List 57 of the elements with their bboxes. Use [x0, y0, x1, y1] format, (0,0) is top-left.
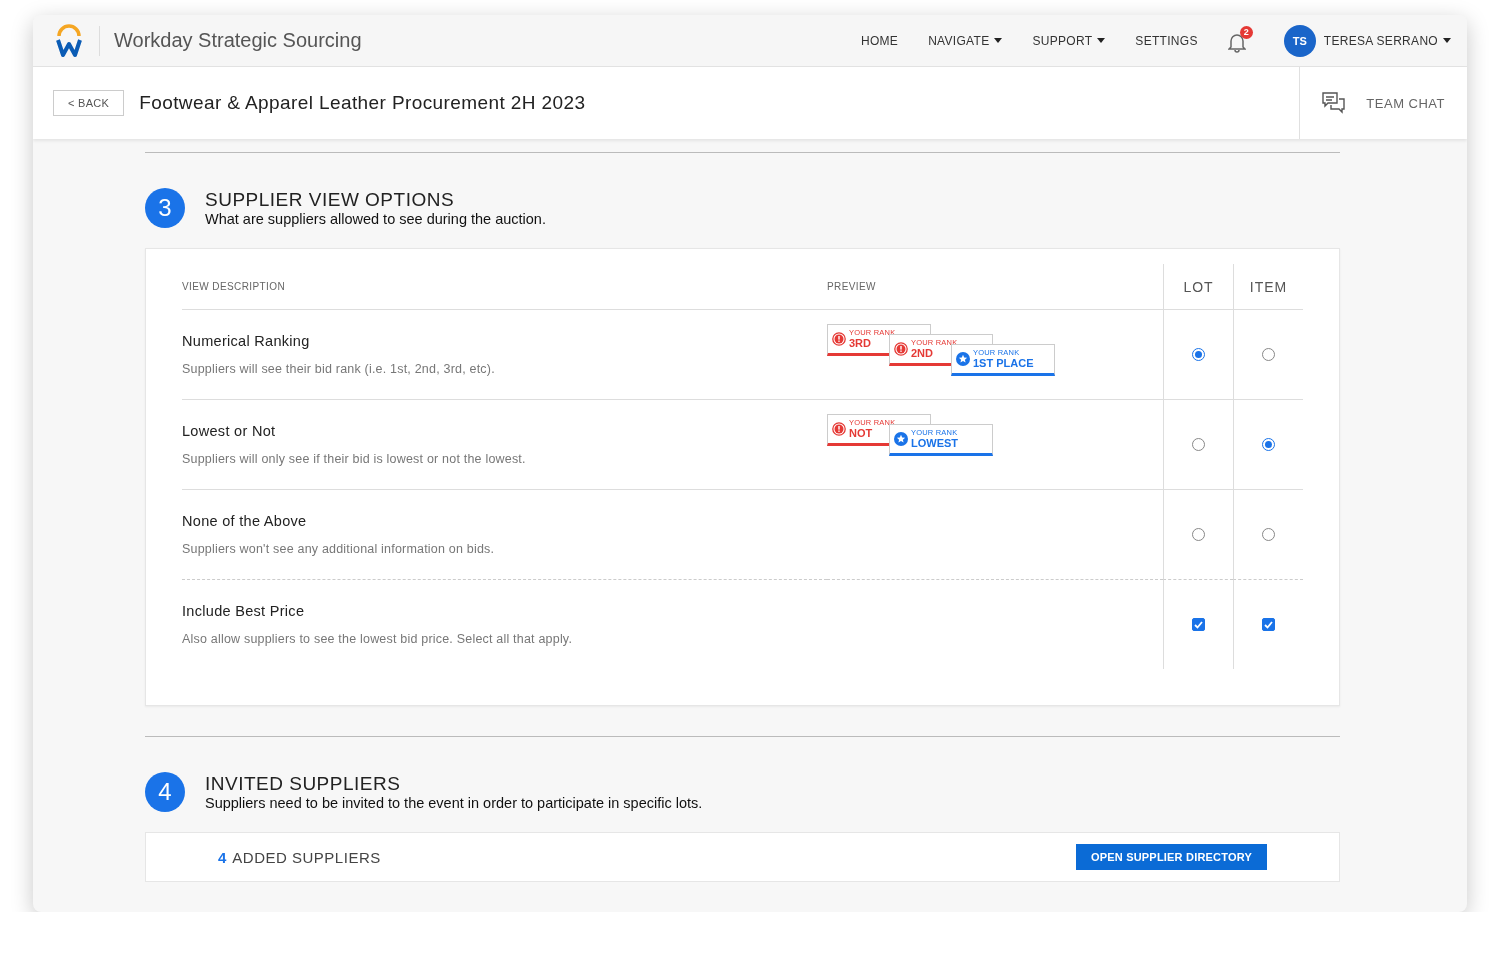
badge-value: 2ND: [911, 347, 934, 359]
section-title: SUPPLIER VIEW OPTIONS: [205, 189, 456, 209]
column-header: PREVIEW: [827, 264, 1163, 310]
option-title: Include Best Price: [182, 603, 306, 619]
alert-icon: [832, 422, 846, 436]
app-name: Workday Strategic Sourcing: [114, 29, 363, 52]
item-checkbox[interactable]: [1262, 618, 1275, 631]
column-header: ITEM: [1233, 264, 1303, 310]
option-description: Suppliers will only see if their bid is lowest or not the lowest.: [182, 452, 527, 466]
option-description: Suppliers will see their bid rank (i.e. 1st, 2nd, 3rd, etc).: [182, 362, 496, 376]
item-radio[interactable]: [1262, 438, 1275, 451]
caret-icon: [994, 38, 1003, 43]
bell-icon: [1227, 32, 1246, 53]
nav-link[interactable]: HOME: [860, 33, 899, 48]
lot-radio[interactable]: [1192, 528, 1205, 541]
section-subtitle: What are suppliers allowed to see during the auction.: [205, 210, 546, 227]
badge-value: 1ST PLACE: [973, 357, 1034, 369]
star-icon: [956, 352, 970, 366]
lot-checkbox[interactable]: [1192, 618, 1205, 631]
user-avatar: TS: [1283, 24, 1316, 57]
star-icon: [894, 432, 908, 446]
column-header: VIEW DESCRIPTION: [182, 264, 827, 310]
nav-menu[interactable]: NAVIGATE: [928, 33, 1003, 48]
caret-icon: [1443, 38, 1451, 43]
lot-radio[interactable]: [1192, 438, 1205, 451]
alert-icon: [832, 332, 846, 346]
team-chat-button[interactable]: TEAM CHAT: [1299, 67, 1467, 139]
option-title: Numerical Ranking: [182, 333, 311, 349]
notification-button[interactable]: 2: [1225, 25, 1254, 56]
caret-icon: [1097, 38, 1106, 43]
open-directory-button[interactable]: OPEN SUPPLIER DIRECTORY: [1075, 844, 1267, 870]
nav-link[interactable]: SETTINGS: [1135, 33, 1198, 48]
user-menu[interactable]: TERESA SERRANO: [1323, 33, 1451, 48]
workday-logo: [55, 23, 83, 58]
chat-icon: [1322, 92, 1347, 114]
supplier-count-label: ADDED SUPPLIERS: [232, 848, 382, 866]
option-description: Suppliers won't see any additional information on bids.: [182, 542, 496, 556]
notification-count: 2: [1239, 25, 1253, 39]
section-title: INVITED SUPPLIERS: [205, 773, 402, 793]
back-button[interactable]: < BACK: [53, 90, 125, 116]
page-title: Footwear & Apparel Leather Procurement 2H 2023: [139, 92, 587, 114]
option-title: Lowest or Not: [182, 423, 277, 439]
item-radio[interactable]: [1262, 528, 1275, 541]
lot-radio[interactable]: [1192, 348, 1205, 361]
alert-icon: [894, 342, 908, 356]
step-number: 3: [145, 188, 185, 228]
option-title: None of the Above: [182, 513, 308, 529]
option-description: Also allow suppliers to see the lowest bid price. Select all that apply.: [182, 632, 574, 646]
nav-menu[interactable]: SUPPORT: [1032, 33, 1106, 48]
badge-value: NOT: [849, 427, 874, 439]
badge-value: 3RD: [849, 337, 872, 349]
badge-value: LOWEST: [911, 437, 959, 449]
supplier-count: 4: [218, 848, 227, 866]
step-number: 4: [145, 772, 185, 812]
column-header: LOT: [1163, 264, 1233, 310]
item-radio[interactable]: [1262, 348, 1275, 361]
section-subtitle: Suppliers need to be invited to the event in order to participate in specific lots.: [205, 794, 703, 811]
